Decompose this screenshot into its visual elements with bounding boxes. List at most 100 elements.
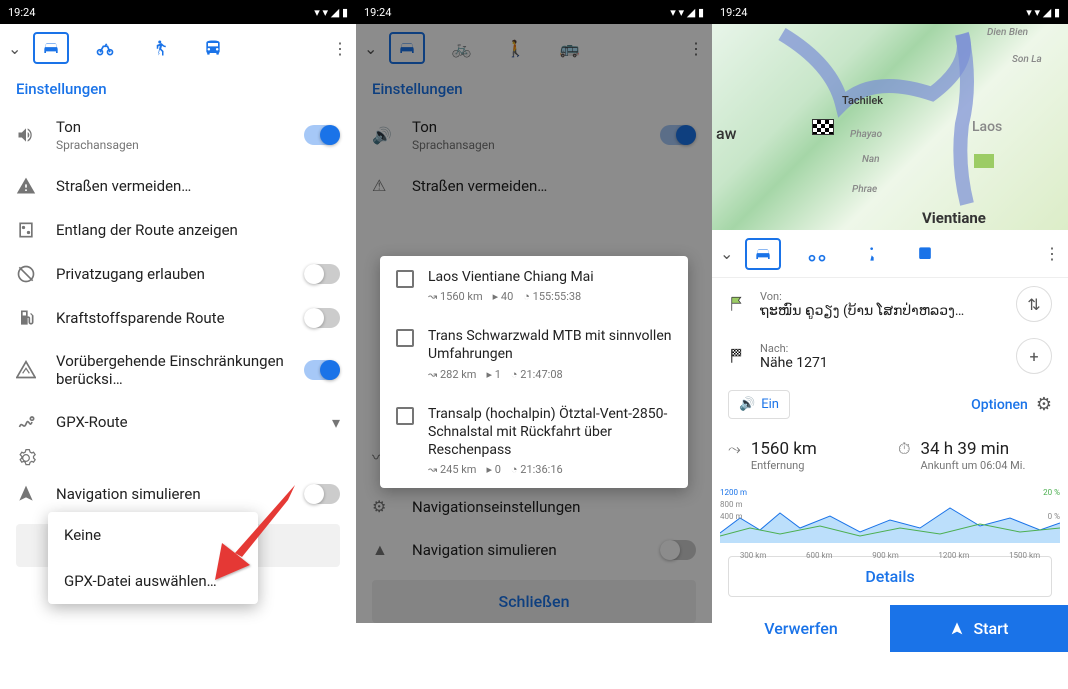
city-dienbien: Dien Bien — [987, 27, 1028, 38]
from-flag-icon — [728, 295, 748, 313]
city-vientiane: Vientiane — [922, 209, 986, 227]
settings-title: Einstellungen — [0, 72, 356, 106]
map-view[interactable]: Tachilek Vientiane Laos Nan Phrae Phayao… — [712, 24, 1068, 230]
options-link[interactable]: Optionen — [971, 397, 1028, 413]
mode-bar: ⌄ ⋮ — [712, 230, 1068, 278]
row-along[interactable]: Entlang der Route anzeigen — [0, 208, 356, 252]
nav-arrow-icon — [949, 621, 965, 637]
more-menu-icon[interactable]: ⋮ — [332, 39, 348, 58]
warning-icon — [16, 176, 40, 196]
discard-button[interactable]: Verwerfen — [712, 605, 890, 652]
status-time: 19:24 — [364, 6, 391, 19]
mode-bus[interactable] — [195, 32, 231, 64]
mode-car[interactable] — [745, 238, 781, 270]
file-meta: ↝ 282 km▸ 1◔ 21:47:08 — [428, 368, 672, 381]
file-meta: ↝ 245 km▸ 0◔ 21:36:16 — [428, 463, 672, 476]
row-sound[interactable]: TonSprachansagen — [0, 106, 356, 164]
fuel-label: Kraftstoffsparende Route — [56, 309, 288, 327]
mode-bar: ⌄ ⋮ — [0, 24, 356, 72]
mode-bus[interactable] — [907, 238, 943, 270]
file-meta: ↝ 1560 km▸ 40◔ 155:55:38 — [428, 290, 672, 303]
add-button[interactable]: + — [1016, 338, 1052, 374]
file-item[interactable]: Transalp (hochalpin) Ötztal-Vent-2850-Sc… — [380, 393, 688, 489]
volume-icon: 🔊 — [739, 397, 755, 412]
row-private[interactable]: Privatzugang erlauben — [0, 252, 356, 296]
status-bar: 19:24 ▾ ▾ ◢ ▮ — [356, 0, 712, 24]
file-name: Trans Schwarzwald MTB mit sinnvollen Umf… — [428, 327, 672, 363]
row-temp[interactable]: Vorübergehende Einschränkungen berücksi… — [0, 340, 356, 400]
mode-car[interactable] — [33, 32, 69, 64]
red-arrow-annotation — [200, 475, 310, 585]
status-time: 19:24 — [720, 6, 747, 19]
elev-pct-top: 20 % — [1043, 488, 1060, 497]
chevron-down-icon[interactable]: ⌄ — [8, 39, 21, 58]
elev-top: 1200 m — [720, 488, 747, 497]
stopwatch-icon: ⏱ — [898, 439, 910, 472]
private-toggle[interactable] — [304, 264, 340, 284]
elev-pct-bot: 0 % — [1048, 512, 1060, 521]
elev-mid: 800 m — [720, 500, 743, 509]
dropdown-icon: ▾ — [332, 413, 340, 432]
checkbox[interactable] — [396, 407, 414, 425]
options-row: 🔊Ein Optionen ⚙ — [712, 382, 1068, 427]
row-avoid[interactable]: Straßen vermeiden… — [0, 164, 356, 208]
stat-time: ⏱ 34 h 39 minAnkunft um 06:04 Mi. — [898, 439, 1052, 472]
temp-toggle[interactable] — [304, 360, 340, 380]
nav-arrow-icon — [16, 484, 40, 504]
fuel-icon — [16, 308, 40, 328]
panel-settings: 19:24 ▾ ▾ ◢ ▮ ⌄ ⋮ Einstellungen TonSprac… — [0, 0, 356, 689]
gpx-label: GPX-Route — [56, 413, 316, 431]
start-button[interactable]: Start — [890, 605, 1068, 652]
status-bar: 19:24 ▾ ▾ ◢ ▮ — [0, 0, 356, 24]
temp-icon — [16, 360, 40, 380]
elev-ticks: 300 km600 km900 km1200 km1500 km — [720, 551, 1060, 560]
to-label: Nach: — [760, 342, 1004, 355]
sound-pill[interactable]: 🔊Ein — [728, 390, 790, 419]
stat-distance: ⤳ 1560 kmEntfernung — [728, 439, 882, 472]
fuel-toggle[interactable] — [304, 308, 340, 328]
start-flag-icon — [974, 154, 994, 168]
elev-bot: 400 m — [720, 512, 743, 521]
route-to-row[interactable]: Nach:Nähe 1271 + — [712, 330, 1068, 382]
row-fuel[interactable]: Kraftstoffsparende Route — [0, 296, 356, 340]
chevron-down-icon[interactable]: ⌄ — [720, 244, 733, 263]
city-sonla: Son La — [1012, 54, 1042, 65]
bottom-buttons: Verwerfen Start — [712, 605, 1068, 652]
private-icon — [16, 264, 40, 284]
file-name: Transalp (hochalpin) Ötztal-Vent-2850-Sc… — [428, 405, 672, 460]
city-tachilek: Tachilek — [842, 94, 883, 107]
mode-bike[interactable] — [87, 32, 123, 64]
label-laos: Laos — [972, 119, 1002, 135]
more-menu-icon[interactable]: ⋮ — [1044, 244, 1060, 263]
avoid-label: Straßen vermeiden… — [56, 177, 340, 195]
checkered-flag-icon — [812, 119, 834, 135]
city-aw: aw — [716, 124, 737, 143]
temp-label: Vorübergehende Einschränkungen berücksi… — [56, 352, 288, 388]
row-gpx[interactable]: GPX-Route ▾ — [0, 400, 356, 444]
gpx-icon — [16, 412, 40, 432]
checkbox[interactable] — [396, 270, 414, 288]
route-icon: ⤳ — [728, 439, 741, 472]
mode-walk[interactable] — [141, 32, 177, 64]
panel-file-picker: 19:24 ▾ ▾ ◢ ▮ ⌄ 🚲 🚶 🚌 ⋮ Einstellungen 🔊 … — [356, 0, 712, 689]
city-phayao: Phayao — [850, 129, 882, 140]
checkbox[interactable] — [396, 329, 414, 347]
file-item[interactable]: Trans Schwarzwald MTB mit sinnvollen Umf… — [380, 315, 688, 392]
mode-bike[interactable] — [799, 238, 835, 270]
route-from-row[interactable]: Von:ຖະໜົນ ຄູວຽງ (ບ້ານ ໂສກປ່າຫລວງ… ⇅ — [712, 278, 1068, 330]
details-button[interactable]: Details — [728, 556, 1052, 597]
sound-label: Ton — [56, 118, 288, 136]
file-list-dialog: Laos Vientiane Chiang Mai ↝ 1560 km▸ 40◔… — [380, 256, 688, 488]
from-value: ຖະໜົນ ຄູວຽງ (ບ້ານ ໂສກປ່າຫລວງ… — [760, 303, 1004, 319]
to-value: Nähe 1271 — [760, 355, 1004, 371]
city-phrae: Phrae — [852, 184, 877, 195]
elevation-chart[interactable]: 1200 m 800 m 400 m 20 % 0 % 300 km600 km… — [720, 488, 1060, 548]
file-item[interactable]: Laos Vientiane Chiang Mai ↝ 1560 km▸ 40◔… — [380, 256, 688, 315]
to-flag-icon — [728, 347, 748, 365]
mode-walk[interactable] — [853, 238, 889, 270]
sound-toggle[interactable] — [304, 125, 340, 145]
city-nan: Nan — [862, 154, 880, 165]
status-time: 19:24 — [8, 6, 35, 19]
gear-icon[interactable]: ⚙ — [1036, 394, 1052, 415]
swap-button[interactable]: ⇅ — [1016, 286, 1052, 322]
